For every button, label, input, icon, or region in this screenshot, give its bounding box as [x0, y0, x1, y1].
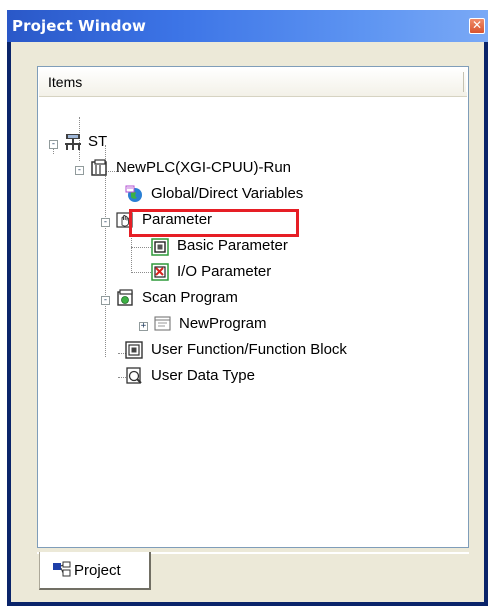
tab-project[interactable]: Project: [39, 552, 151, 590]
highlight-box: [129, 209, 299, 237]
io-param-icon: [151, 263, 169, 281]
plc-cpu-icon: [91, 159, 107, 176]
window-title: Project Window: [12, 17, 146, 35]
tree-label-basic-parameter: Basic Parameter: [177, 237, 288, 254]
tree-label-scan-program: Scan Program: [142, 289, 238, 306]
close-icon: ✕: [471, 18, 483, 32]
tree-label-new-program: NewProgram: [179, 315, 267, 332]
tab-project-label: Project: [74, 562, 121, 579]
tree-label-user-function: User Function/Function Block: [151, 341, 347, 358]
close-button[interactable]: ✕: [469, 18, 485, 34]
data-type-icon: [126, 367, 142, 384]
window-body: Items - ST - NewPLC(XGI-CPUU)-Run Global…: [11, 42, 484, 602]
collapse-toggle[interactable]: -: [101, 296, 110, 305]
tree-line: [131, 247, 151, 248]
tree-line: [131, 272, 151, 273]
project-window: Project Window ✕ Items - ST - NewPLC(XGI…: [7, 10, 488, 606]
collapse-toggle[interactable]: -: [49, 140, 58, 149]
program-icon: [154, 316, 171, 331]
project-tree-panel: Items - ST - NewPLC(XGI-CPUU)-Run Global…: [37, 66, 469, 548]
items-column-header[interactable]: Items: [39, 68, 467, 97]
column-separator[interactable]: [463, 72, 467, 92]
expand-toggle[interactable]: +: [139, 322, 148, 331]
globe-icon: [125, 185, 142, 202]
scan-program-icon: [117, 289, 133, 306]
background-app-strip: [0, 0, 488, 6]
project-tab-icon: [53, 561, 71, 577]
function-block-icon: [125, 341, 143, 359]
tree-label-global-variables: Global/Direct Variables: [151, 185, 304, 202]
tree-label-user-data-type: User Data Type: [151, 367, 255, 384]
tree-label-io-parameter: I/O Parameter: [177, 263, 272, 280]
title-bar[interactable]: Project Window ✕: [7, 10, 488, 42]
collapse-toggle[interactable]: -: [75, 166, 84, 175]
collapse-toggle[interactable]: -: [101, 218, 110, 227]
basic-param-icon: [151, 238, 169, 256]
tree-label-plc: NewPLC(XGI-CPUU)-Run: [116, 159, 292, 176]
network-icon: [65, 134, 81, 150]
items-column-label: Items: [48, 74, 83, 90]
tree-label-st: ST: [88, 133, 108, 150]
